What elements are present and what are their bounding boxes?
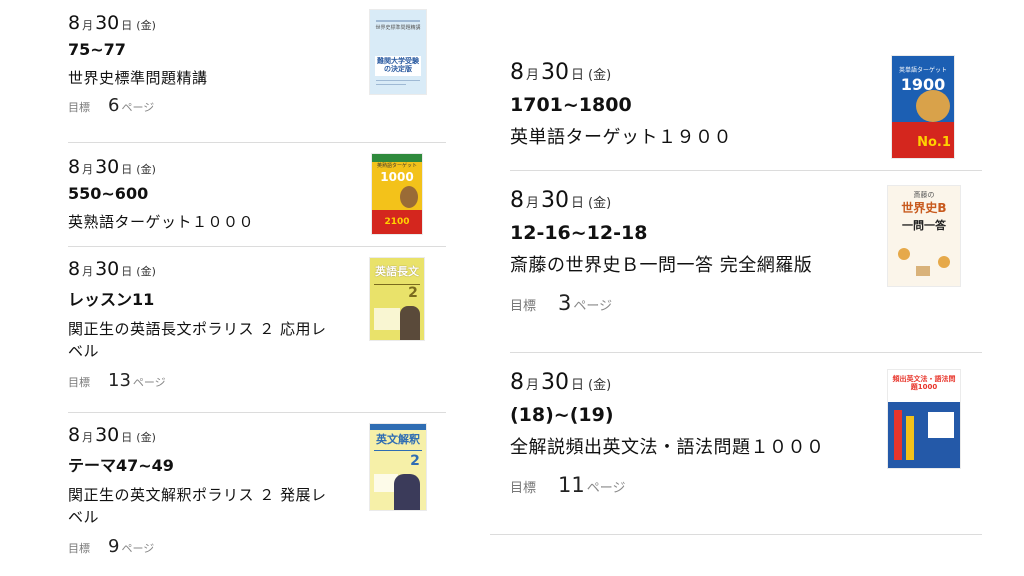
card-divider (68, 142, 446, 143)
task-goal: 目標 11 ページ (510, 473, 626, 497)
book-cover-image: 世界史標準問題精講 難関大学受験の決定版 (370, 10, 426, 94)
book-cover-image: 斎藤の 世界史B 一問一答 (888, 186, 960, 286)
book-title: 関正生の英文解釈ポラリス ２ 発展レベル (68, 486, 327, 526)
book-cover-image: 英文解釈 2 (370, 424, 426, 510)
book-cover-image: 英単語ターゲット 1900 No.1 (892, 56, 954, 158)
left-task-column: 8 月 30 日 (金) 75~77 世界史標準問題精講 目標 6 ページ 世界… (0, 0, 446, 576)
card-divider (68, 412, 446, 413)
book-cover-image: 英語長文 2 (370, 258, 424, 340)
book-title: 関正生の英語長文ポラリス ２ 応用レベル (68, 320, 327, 360)
task-goal: 目標 3 ページ (510, 291, 613, 315)
task-goal: 目標 13 ページ (68, 370, 166, 391)
card-divider (68, 246, 446, 247)
card-divider (510, 352, 982, 353)
right-task-column: 8 月 30 日 (金) 1701~1800 英単語ターゲット１９００ 英単語タ… (490, 0, 982, 576)
book-cover-image: 頻出英文法・語法問題1000 (888, 370, 960, 468)
task-goal: 目標 9 ページ (68, 536, 155, 557)
card-divider (490, 534, 982, 535)
book-cover-image: 英熟語ターゲット 1000 2100 (372, 154, 422, 234)
card-divider (510, 170, 982, 171)
task-goal: 目標 6 ページ (68, 95, 155, 116)
